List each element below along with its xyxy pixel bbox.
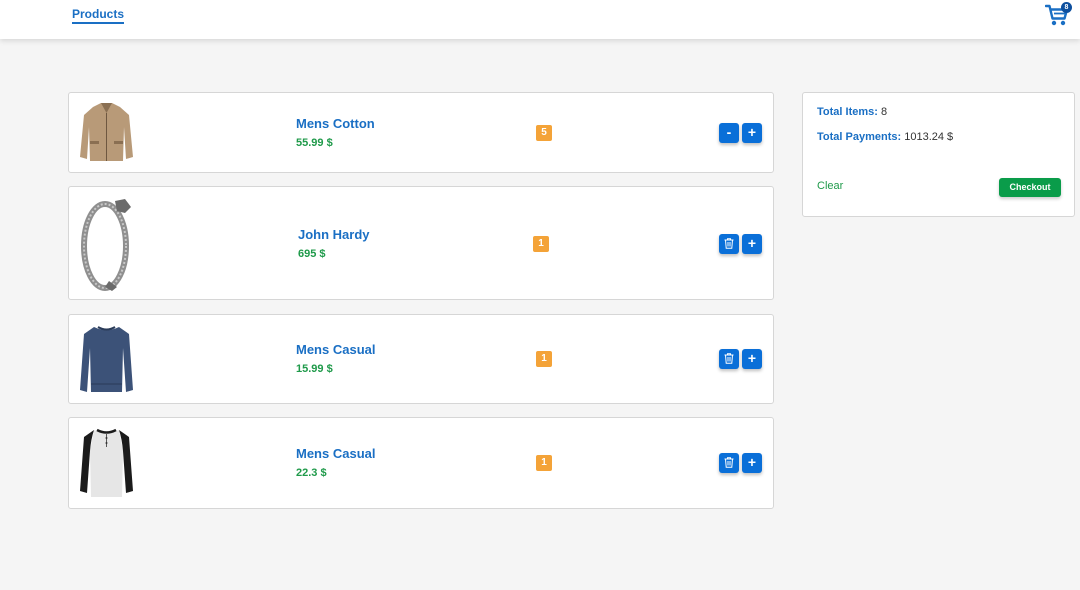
- product-price: 22.3 $: [296, 467, 327, 479]
- increase-quantity-button[interactable]: +: [742, 453, 762, 473]
- product-title: Mens Casual: [296, 446, 376, 461]
- nav-link-products[interactable]: Products: [72, 7, 125, 24]
- delete-item-button[interactable]: [719, 234, 739, 254]
- product-title: John Hardy: [298, 227, 370, 242]
- total-items-value: 8: [880, 106, 888, 118]
- quantity-badge: 1: [536, 455, 552, 471]
- order-summary-panel: Total Items: 8 Total Payments: 1013.24 $…: [802, 92, 1075, 217]
- product-price: 55.99 $: [296, 137, 333, 149]
- total-items-line: Total Items: 8: [817, 106, 887, 118]
- total-items-label: Total Items:: [817, 106, 878, 118]
- total-payments-value: 1013.24 $: [904, 131, 954, 143]
- top-navbar: Products 8: [0, 0, 1080, 39]
- trash-icon: [724, 238, 734, 249]
- decrease-quantity-button[interactable]: -: [719, 123, 739, 143]
- bracelet-image: [79, 197, 135, 297]
- product-title: Mens Casual: [296, 342, 376, 357]
- delete-item-button[interactable]: [719, 453, 739, 473]
- raglan-shirt-image: [79, 427, 134, 504]
- cart-item-card: Mens Casual 15.99 $ 1 +: [68, 314, 774, 404]
- increase-quantity-button[interactable]: +: [742, 123, 762, 143]
- jacket-image: [79, 101, 134, 169]
- product-price: 695 $: [298, 248, 326, 260]
- total-payments-label: Total Payments:: [817, 131, 902, 143]
- checkout-button[interactable]: Checkout: [999, 178, 1061, 197]
- quantity-badge: 1: [536, 351, 552, 367]
- cart-count-badge: 8: [1061, 2, 1072, 13]
- cart-item-card: Mens Cotton 55.99 $ 5 - +: [68, 92, 774, 173]
- product-price: 15.99 $: [296, 363, 333, 375]
- shirt-image: [79, 324, 134, 399]
- cart-item-card: John Hardy 695 $ 1 +: [68, 186, 774, 300]
- total-payments-line: Total Payments: 1013.24 $: [817, 131, 953, 143]
- trash-icon: [724, 353, 734, 364]
- clear-cart-button[interactable]: Clear: [817, 180, 843, 192]
- quantity-badge: 1: [533, 236, 549, 252]
- increase-quantity-button[interactable]: +: [742, 234, 762, 254]
- product-title: Mens Cotton: [296, 116, 375, 131]
- quantity-badge: 5: [536, 125, 552, 141]
- increase-quantity-button[interactable]: +: [742, 349, 762, 369]
- cart-item-card: Mens Casual 22.3 $ 1 +: [68, 417, 774, 509]
- cart-button[interactable]: 8: [1045, 2, 1073, 28]
- trash-icon: [724, 457, 734, 468]
- delete-item-button[interactable]: [719, 349, 739, 369]
